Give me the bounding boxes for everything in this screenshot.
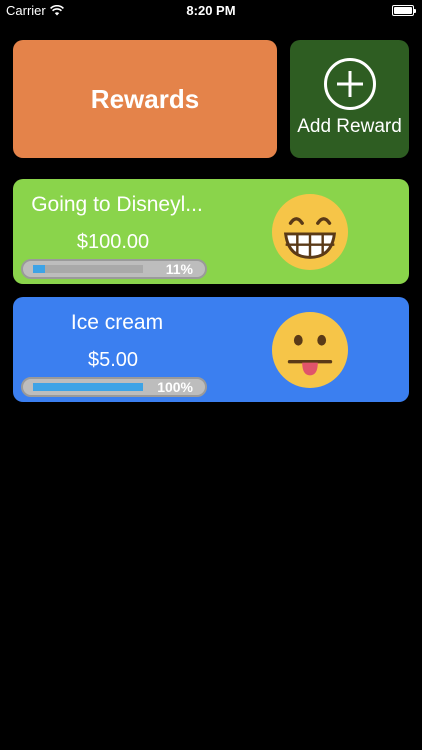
progress-percent: 11% bbox=[165, 261, 193, 277]
plus-circle-icon bbox=[323, 58, 376, 110]
progress-percent: 100% bbox=[157, 379, 193, 395]
reward-amount: $5.00 bbox=[87, 349, 139, 371]
reward-amount: $100.00 bbox=[76, 231, 150, 253]
progress-fill bbox=[33, 265, 46, 273]
reward-card-ice-cream[interactable]: Ice cream $5.00 100% bbox=[13, 297, 409, 402]
reward-title: Ice cream bbox=[70, 311, 164, 334]
reward-title: Going to Disneyl... bbox=[31, 193, 203, 216]
tongue-out-face-icon bbox=[271, 311, 349, 389]
reward-card-disneyland[interactable]: Going to Disneyl... $100.00 11% bbox=[13, 179, 409, 284]
add-reward-label: Add Reward bbox=[297, 116, 402, 137]
progress-bar: 11% bbox=[21, 259, 207, 279]
progress-fill bbox=[33, 383, 143, 391]
grinning-face-icon bbox=[271, 193, 349, 271]
rewards-label: Rewards bbox=[90, 83, 200, 114]
status-time: 8:20 PM bbox=[186, 3, 236, 18]
add-reward-button[interactable]: Add Reward bbox=[290, 40, 409, 158]
rewards-button[interactable]: Rewards bbox=[13, 40, 277, 158]
progress-bar: 100% bbox=[21, 377, 207, 397]
battery-icon bbox=[392, 5, 416, 16]
status-bar: Carrier 8:20 PM bbox=[0, 0, 422, 22]
